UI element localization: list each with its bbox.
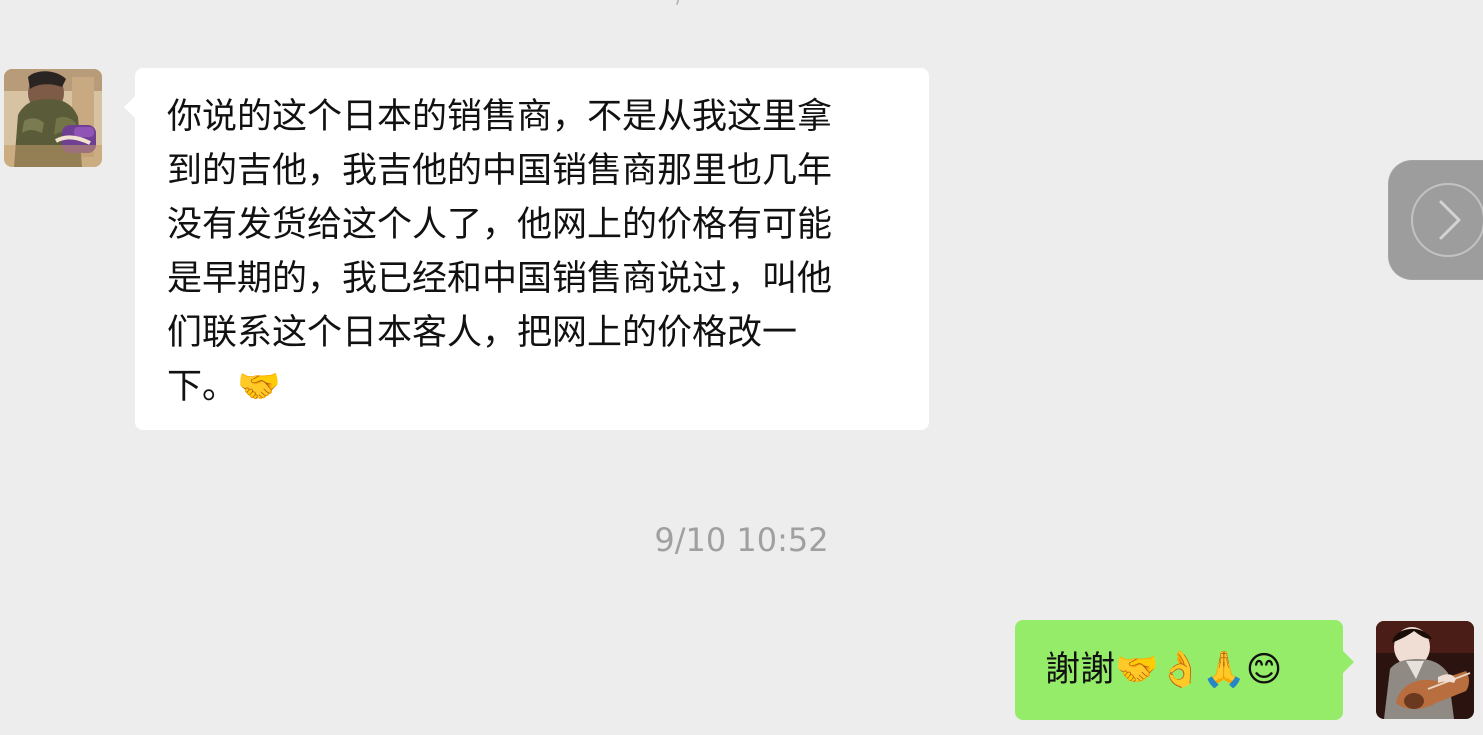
top-fragment: / [676, 0, 696, 6]
expand-chevron-button[interactable] [1388, 160, 1483, 280]
incoming-message-bubble[interactable]: 你说的这个日本的销售商，不是从我这里拿 到的吉他，我吉他的中国销售商那里也几年 … [124, 68, 929, 430]
outgoing-message-bubble[interactable]: 謝謝🤝👌🙏😊 [1015, 620, 1354, 720]
contact-avatar[interactable] [4, 69, 102, 167]
message-timestamp: 9/10 10:52 [654, 521, 829, 559]
self-avatar[interactable] [1376, 621, 1474, 719]
contact-avatar-image [4, 69, 102, 167]
chevron-right-icon [1411, 183, 1483, 257]
self-avatar-image [1376, 621, 1474, 719]
